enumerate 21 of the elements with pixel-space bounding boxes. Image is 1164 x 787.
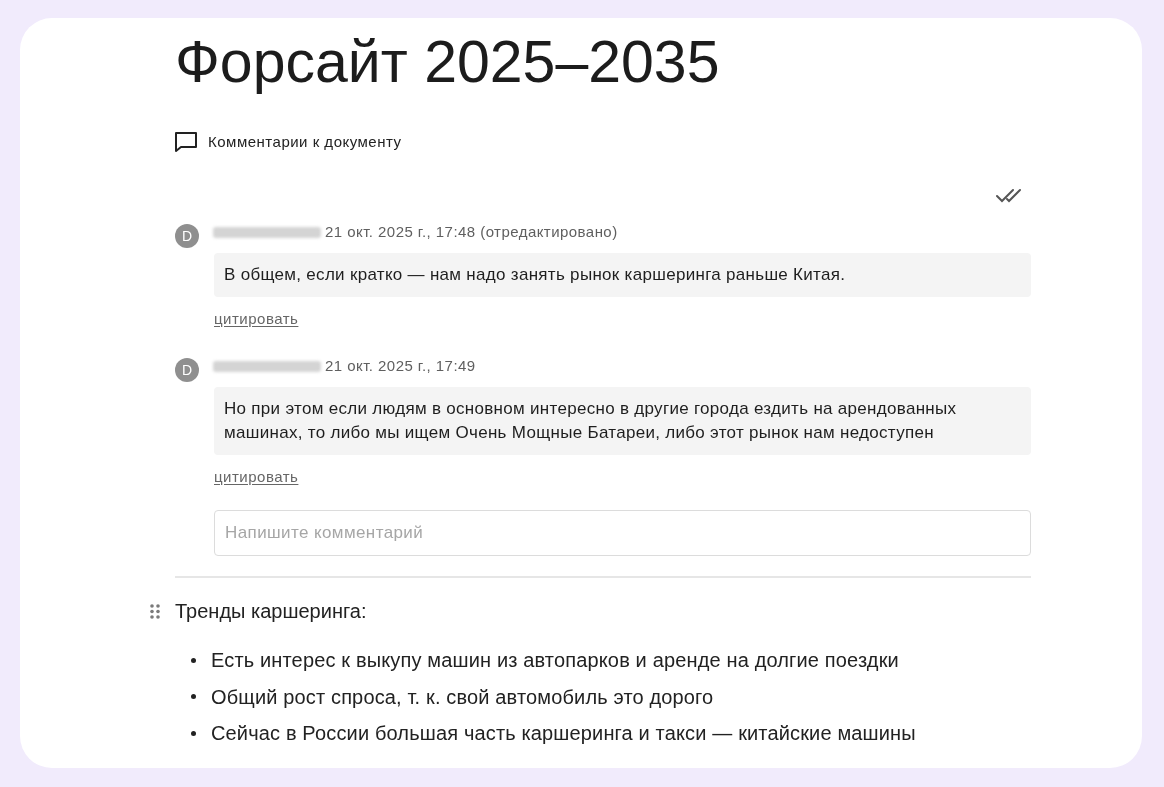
comment-meta: 21 окт. 2025 г., 17:49	[325, 357, 476, 375]
comment-bubble: Но при этом если людям в основном интересно в другие города ездить на арендованных машинах, то либо мы ищем Очень Мощные Батареи, либо этот рынок нам недоступен	[214, 387, 1031, 455]
quote-link[interactable]: цитировать	[214, 468, 299, 486]
bullet-icon	[191, 694, 196, 699]
drag-handle-icon[interactable]	[150, 603, 160, 619]
bullet-icon	[191, 657, 196, 663]
bullet-text: Общий рост спроса, т. к. свой автомобиль это дорого	[211, 684, 714, 710]
section-heading: Тренды каршеринга:	[175, 599, 367, 624]
bullet-text: Есть интерес к выкупу машин из автопарков и аренде на долгие поездки	[211, 648, 899, 673]
speech-bubble-icon	[175, 132, 197, 152]
comments-header: Комментарии к документу	[208, 133, 402, 151]
avatar: D	[175, 224, 199, 248]
comment-input[interactable]: Напишите комментарий	[214, 510, 1031, 556]
comment-meta: 21 окт. 2025 г., 17:48 (отредактировано)	[325, 223, 618, 241]
bullet-text: Сейчас в России большая часть каршеринга и такси — китайские машины	[211, 721, 916, 746]
avatar: D	[175, 358, 199, 382]
comment-bubble: В общем, если кратко — нам надо занять рынок каршеринга раньше Китая.	[214, 253, 1031, 297]
document-title: Форсайт 2025–2035	[175, 30, 721, 94]
bullet-icon	[191, 730, 196, 736]
double-check-icon[interactable]	[996, 188, 1024, 204]
quote-link[interactable]: цитировать	[214, 310, 299, 328]
